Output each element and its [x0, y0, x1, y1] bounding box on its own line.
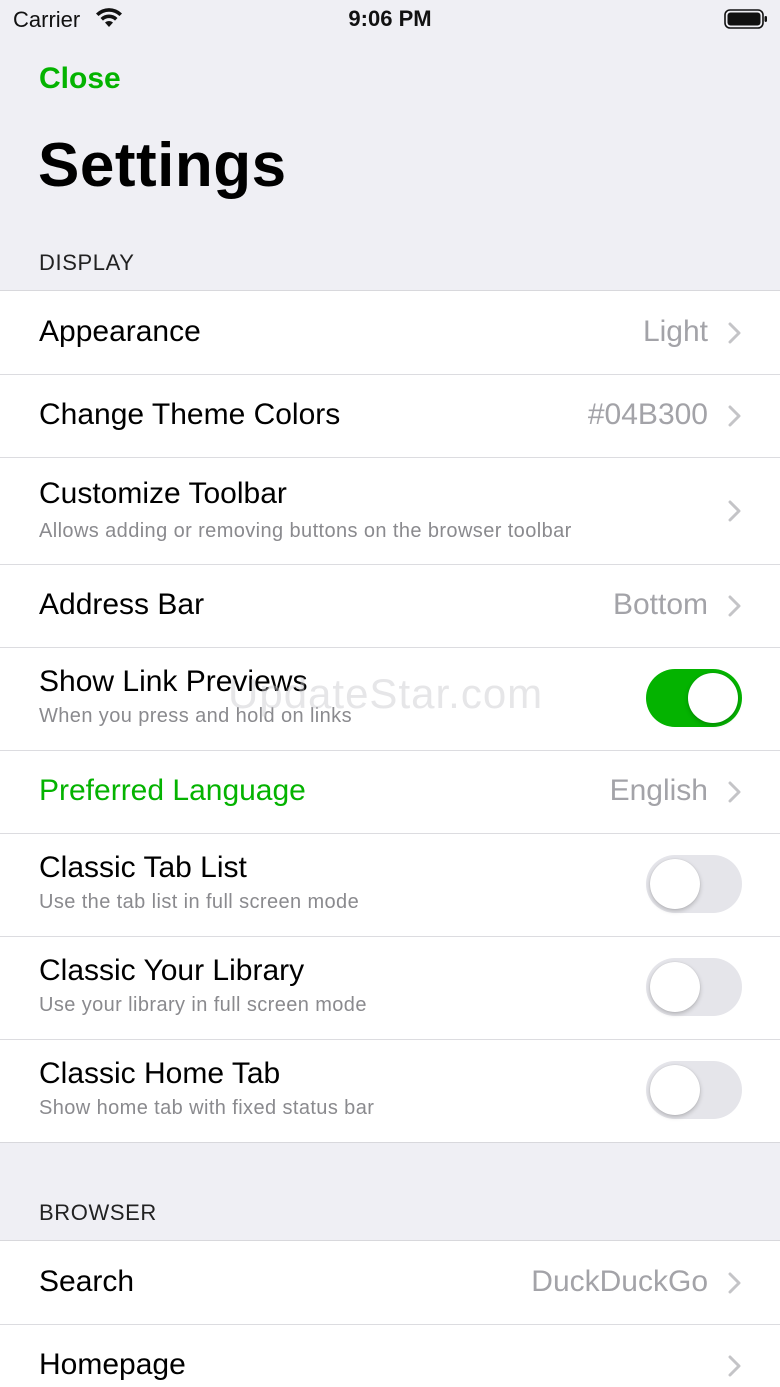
toggle-knob: [650, 859, 700, 909]
display-settings-group: Appearance Light Change Theme Colors #04…: [0, 290, 780, 1143]
close-button[interactable]: Close: [39, 62, 121, 96]
row-subtitle: Show home tab with fixed status bar: [39, 1097, 375, 1119]
section-header-browser: BROWSER: [39, 1200, 157, 1225]
row-title: Customize Toolbar: [39, 477, 287, 510]
row-title: Search: [39, 1265, 135, 1298]
clock: 9:06 PM: [348, 6, 432, 31]
row-homepage[interactable]: Homepage: [0, 1324, 780, 1387]
row-subtitle: When you press and hold on links: [39, 705, 352, 727]
row-preferred-language[interactable]: Preferred Language English: [0, 750, 780, 833]
row-show-link-previews: Show Link Previews When you press and ho…: [0, 647, 780, 750]
row-appearance[interactable]: Appearance Light: [0, 291, 780, 374]
page-title: Settings: [38, 131, 287, 200]
row-value: Light: [642, 315, 708, 348]
row-title: Classic Your Library: [39, 954, 305, 987]
chevron-right-icon: [728, 1272, 741, 1294]
browser-settings-group: Search DuckDuckGo Homepage: [0, 1240, 780, 1387]
row-classic-tab-list: Classic Tab List Use the tab list in ful…: [0, 833, 780, 936]
row-title: Classic Tab List: [39, 851, 247, 884]
row-change-theme-colors[interactable]: Change Theme Colors #04B300: [0, 374, 780, 457]
chevron-right-icon: [728, 1355, 741, 1377]
row-value: English: [609, 774, 708, 807]
battery-icon: [724, 9, 767, 29]
row-value: Bottom: [612, 588, 708, 621]
toggle-knob: [688, 673, 738, 723]
chevron-right-icon: [728, 405, 741, 427]
toggle-knob: [650, 1065, 700, 1115]
row-title: Address Bar: [39, 588, 205, 621]
row-subtitle: Allows adding or removing buttons on the…: [39, 520, 572, 542]
row-classic-home-tab: Classic Home Tab Show home tab with fixe…: [0, 1039, 780, 1142]
toggle-knob: [650, 962, 700, 1012]
row-address-bar[interactable]: Address Bar Bottom: [0, 564, 780, 647]
classic-your-library-toggle[interactable]: [646, 958, 742, 1016]
chevron-right-icon: [728, 500, 741, 522]
row-search[interactable]: Search DuckDuckGo: [0, 1241, 780, 1324]
classic-tab-list-toggle[interactable]: [646, 855, 742, 913]
row-customize-toolbar[interactable]: Customize Toolbar Allows adding or remov…: [0, 457, 780, 564]
chevron-right-icon: [728, 595, 741, 617]
row-value: #04B300: [587, 398, 708, 431]
show-link-previews-toggle[interactable]: [646, 669, 742, 727]
row-subtitle: Use your library in full screen mode: [39, 994, 367, 1016]
classic-home-tab-toggle[interactable]: [646, 1061, 742, 1119]
status-bar: Carrier 9:06 PM: [0, 0, 780, 40]
row-subtitle: Use the tab list in full screen mode: [39, 891, 360, 913]
row-title: Show Link Previews: [39, 665, 308, 698]
chevron-right-icon: [728, 781, 741, 803]
section-header-display: DISPLAY: [39, 250, 135, 275]
row-value: DuckDuckGo: [531, 1265, 708, 1298]
row-title: Preferred Language: [39, 774, 306, 807]
chevron-right-icon: [728, 322, 741, 344]
row-title: Change Theme Colors: [39, 398, 341, 431]
row-title: Homepage: [39, 1348, 186, 1381]
row-title: Classic Home Tab: [39, 1057, 281, 1090]
row-title: Appearance: [39, 315, 201, 348]
row-classic-your-library: Classic Your Library Use your library in…: [0, 936, 780, 1039]
